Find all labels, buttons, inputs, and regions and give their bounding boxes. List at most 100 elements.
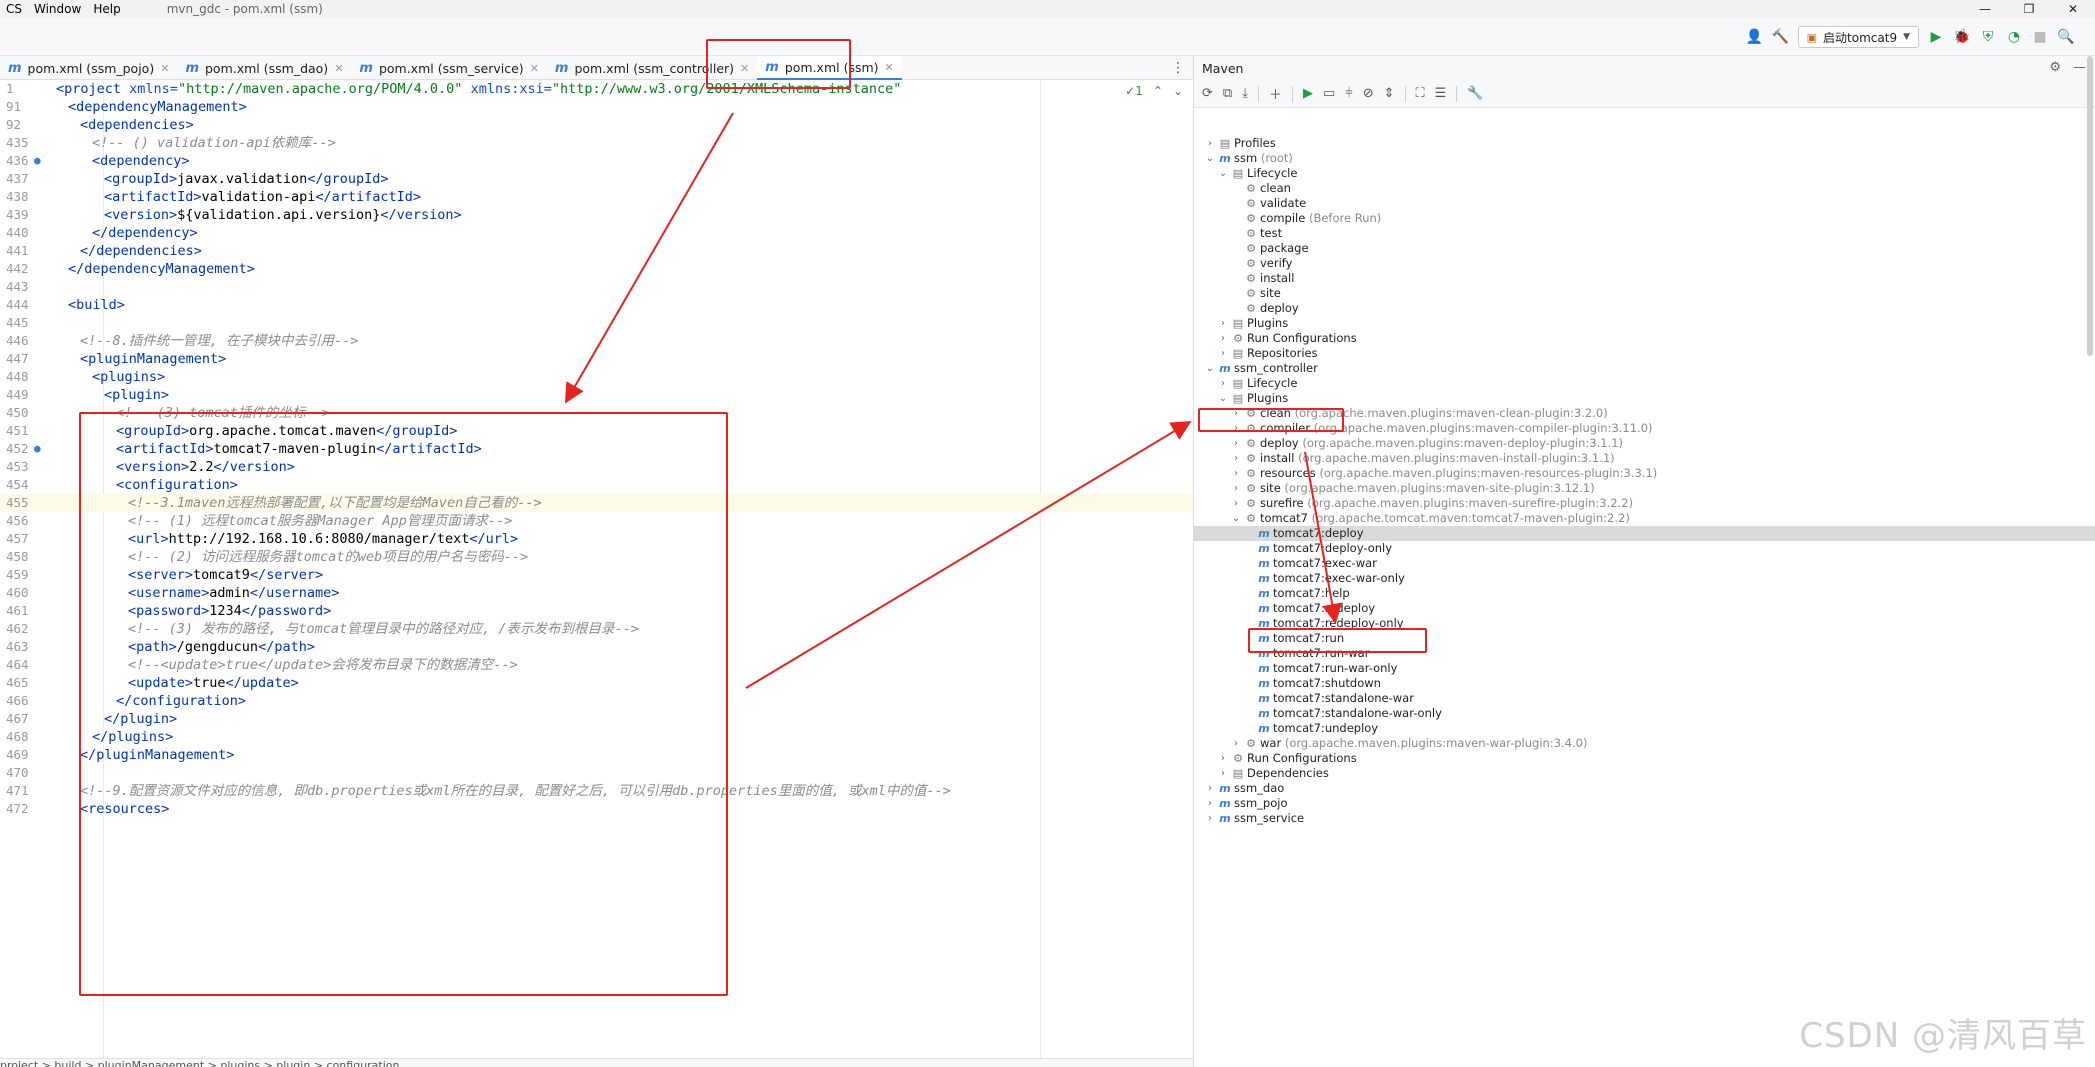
maven-tree-item[interactable]: m tomcat7:redeploy <box>1194 601 2095 616</box>
code-line[interactable]: 439 <version>${validation.api.version}</v… <box>0 206 1193 224</box>
maven-tree-item[interactable]: ⌄ m ssm (root) <box>1194 151 2095 166</box>
code-line[interactable]: 444 <build> <box>0 296 1193 314</box>
run-icon[interactable]: ▶ <box>1303 86 1313 101</box>
maven-tree-item[interactable]: › ▤ Dependencies <box>1194 766 2095 781</box>
maven-tree-item[interactable]: ⚙ site <box>1194 286 2095 301</box>
code-line[interactable]: 443 <box>0 278 1193 296</box>
chevron-down-icon[interactable]: ⌄ <box>1217 391 1229 406</box>
chevron-right-icon[interactable]: › <box>1230 496 1242 511</box>
tab-pom-ssm-service[interactable]: m pom.xml (ssm_service) ✕ <box>351 56 547 80</box>
chevron-down-icon[interactable]: ⌄ <box>1230 511 1242 526</box>
wrench-icon[interactable]: 🔧 <box>1467 86 1483 101</box>
maven-tree-item[interactable]: ⌄ ⚙ tomcat7 (org.apache.tomcat.maven:tomca… <box>1194 511 2095 526</box>
chevron-right-icon[interactable]: › <box>1230 466 1242 481</box>
code-line[interactable]: 445 <box>0 314 1193 332</box>
chevron-up-icon[interactable]: ⌃ <box>1153 84 1163 98</box>
maven-tree-item[interactable]: m tomcat7:exec-war-only <box>1194 571 2095 586</box>
close-icon[interactable]: ✕ <box>530 62 539 75</box>
user-icon[interactable]: 👤 <box>1746 28 1764 46</box>
stop-icon[interactable]: ■ <box>2031 28 2049 46</box>
maven-tree-item[interactable]: m tomcat7:exec-war <box>1194 556 2095 571</box>
close-icon[interactable]: ✕ <box>160 62 169 75</box>
menu-cs[interactable]: CS <box>0 2 28 16</box>
expand-all-icon[interactable]: ☰ <box>1435 86 1447 101</box>
maven-tree-item[interactable]: ⚙ deploy <box>1194 301 2095 316</box>
collapse-icon[interactable]: ⇕ <box>1384 86 1395 101</box>
maven-tree-item[interactable]: › ⚙ war (org.apache.maven.plugins:maven-wa… <box>1194 736 2095 751</box>
chevron-right-icon[interactable]: › <box>1217 751 1229 766</box>
maven-tree-item[interactable]: ⌄ m ssm_controller <box>1194 361 2095 376</box>
chevron-right-icon[interactable]: › <box>1217 766 1229 781</box>
skip-tests-icon[interactable]: ⊘ <box>1363 86 1374 101</box>
close-icon[interactable]: ✕ <box>334 62 343 75</box>
maven-tree-item[interactable]: › ⚙ install (org.apache.maven.plugins:mave… <box>1194 451 2095 466</box>
inspection-widget[interactable]: ✓1 ⌃ ⌄ <box>1125 84 1183 98</box>
maven-tree-item[interactable]: › ▤ Profiles <box>1194 136 2095 151</box>
code-line[interactable]: 1 <project xmlns="http://maven.apache.org… <box>0 80 1193 98</box>
toggle-offline-icon[interactable]: ⫩ <box>1345 86 1352 101</box>
code-line[interactable]: 442 </dependencyManagement> <box>0 260 1193 278</box>
maven-tree-item[interactable]: › ▤ Plugins <box>1194 316 2095 331</box>
chevron-right-icon[interactable]: › <box>1230 436 1242 451</box>
code-line[interactable]: 446 <!--8.插件统一管理, 在子模块中去引用--> <box>0 332 1193 350</box>
maven-tree-item[interactable]: › ⚙ deploy (org.apache.maven.plugins:maven… <box>1194 436 2095 451</box>
chevron-down-icon[interactable]: ⌄ <box>1217 166 1229 181</box>
generate-sources-icon[interactable]: ⧉ <box>1223 86 1232 101</box>
profile-icon[interactable]: ◔ <box>2005 28 2023 46</box>
execute-goal-icon[interactable]: ▭ <box>1323 86 1335 101</box>
maven-tree-item[interactable]: › ⚙ surefire (org.apache.maven.plugins:mav… <box>1194 496 2095 511</box>
chevron-right-icon[interactable]: › <box>1230 481 1242 496</box>
code-line[interactable]: 437 <groupId>javax.validation</groupId> <box>0 170 1193 188</box>
chevron-right-icon[interactable]: › <box>1217 376 1229 391</box>
code-line[interactable]: 440 </dependency> <box>0 224 1193 242</box>
maven-tree-item[interactable]: ⚙ validate <box>1194 196 2095 211</box>
maven-tree-item[interactable]: › ▤ Lifecycle <box>1194 376 2095 391</box>
maven-tree-item[interactable]: › ⚙ Run Configurations <box>1194 331 2095 346</box>
restore-icon[interactable]: ❐ <box>2007 0 2051 18</box>
debug-icon[interactable]: 🐞 <box>1953 28 1971 46</box>
close-icon[interactable]: ✕ <box>885 61 894 74</box>
maven-tree-item[interactable]: m tomcat7:standalone-war <box>1194 691 2095 706</box>
code-line[interactable]: 92 <dependencies> <box>0 116 1193 134</box>
minimize-panel-icon[interactable]: — <box>2073 60 2086 75</box>
run-icon[interactable]: ▶ <box>1927 28 1945 46</box>
maven-tree-item[interactable]: ⚙ test <box>1194 226 2095 241</box>
maven-tree-item[interactable]: ⚙ package <box>1194 241 2095 256</box>
code-line[interactable]: 449 <plugin> <box>0 386 1193 404</box>
maven-tree-item[interactable]: › ▤ Repositories <box>1194 346 2095 361</box>
chevron-down-icon[interactable]: ⌄ <box>1204 361 1216 376</box>
download-icon[interactable]: ⤓ <box>1242 86 1248 101</box>
code-line[interactable]: 91 <dependencyManagement> <box>0 98 1193 116</box>
more-tabs-icon[interactable]: ⋮ <box>1171 60 1185 76</box>
maven-tree-item[interactable]: › ⚙ site (org.apache.maven.plugins:maven-s… <box>1194 481 2095 496</box>
chevron-right-icon[interactable]: › <box>1217 346 1229 361</box>
chevron-right-icon[interactable]: › <box>1230 736 1242 751</box>
code-line[interactable]: 441 </dependencies> <box>0 242 1193 260</box>
add-icon[interactable]: ＋ <box>1269 84 1282 103</box>
search-icon[interactable]: 🔍 <box>2057 28 2075 46</box>
maven-tree-item[interactable]: ⚙ clean <box>1194 181 2095 196</box>
show-dependencies-icon[interactable]: ⛶ <box>1416 86 1425 101</box>
maven-tree-item[interactable]: m tomcat7:shutdown <box>1194 676 2095 691</box>
maven-tree-item[interactable]: m tomcat7:undeploy <box>1194 721 2095 736</box>
maven-tree-item[interactable]: ⌄ ▤ Plugins <box>1194 391 2095 406</box>
maven-tree-item[interactable]: m tomcat7:help <box>1194 586 2095 601</box>
maven-tree-item[interactable]: › m ssm_pojo <box>1194 796 2095 811</box>
maven-tree-item[interactable]: ⚙ compile (Before Run) <box>1194 211 2095 226</box>
maven-tree-item[interactable]: › ⚙ Run Configurations <box>1194 751 2095 766</box>
close-icon[interactable]: ✕ <box>2051 0 2095 18</box>
maven-tree-item[interactable]: ⚙ install <box>1194 271 2095 286</box>
gutter-marker-icon[interactable]: ● <box>34 440 41 458</box>
code-line[interactable]: 447 <pluginManagement> <box>0 350 1193 368</box>
chevron-down-icon[interactable]: ⌄ <box>1204 151 1216 166</box>
chevron-right-icon[interactable]: › <box>1204 811 1216 826</box>
gear-icon[interactable]: ⚙ <box>2049 60 2061 75</box>
chevron-right-icon[interactable]: › <box>1204 781 1216 796</box>
breadcrumb[interactable]: project > build > pluginManagement > plu… <box>0 1058 1193 1067</box>
reload-icon[interactable]: ⟳ <box>1202 86 1213 101</box>
maven-tree-item[interactable]: › m ssm_service <box>1194 811 2095 826</box>
chevron-right-icon[interactable]: › <box>1230 451 1242 466</box>
chevron-right-icon[interactable]: › <box>1204 136 1216 151</box>
maven-tree-item[interactable]: › ⚙ resources (org.apache.maven.plugins:ma… <box>1194 466 2095 481</box>
maven-tree-item[interactable]: m tomcat7:deploy <box>1194 526 2095 541</box>
